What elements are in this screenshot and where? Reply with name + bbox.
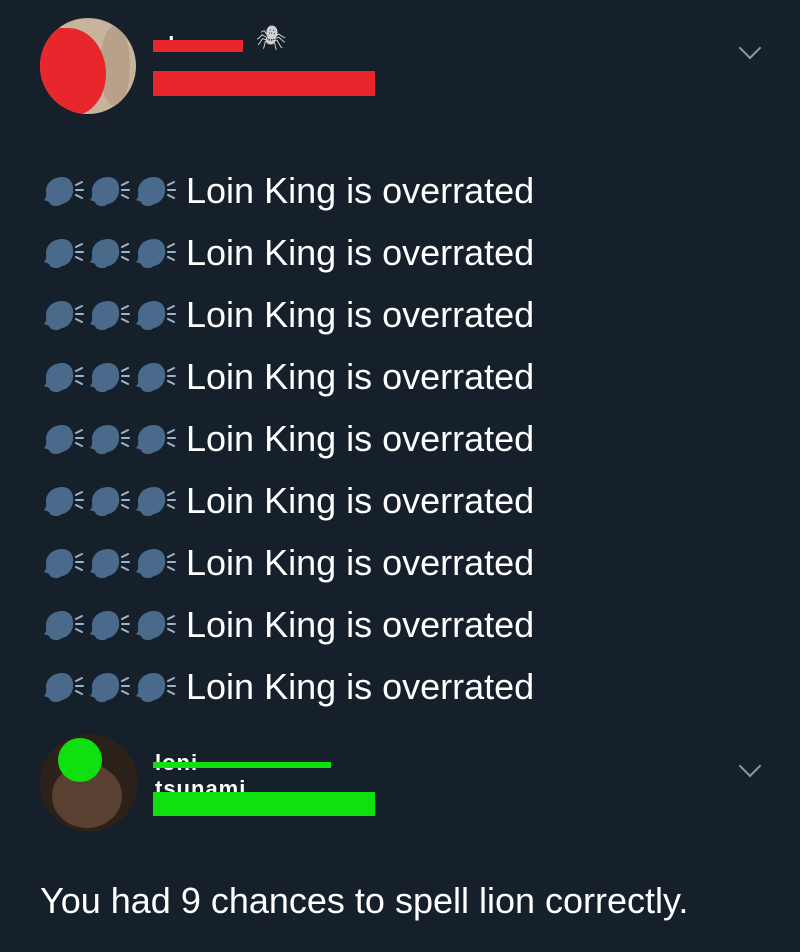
emoji-group — [40, 297, 178, 333]
speaking-head-icon — [132, 607, 178, 643]
tweet-line: Loin King is overrated — [40, 656, 534, 718]
chevron-down-icon[interactable] — [738, 754, 762, 778]
emoji-group — [40, 421, 178, 457]
redaction-mark — [58, 738, 102, 782]
tweet-line-text: Loin King is overrated — [186, 356, 535, 397]
speaking-head-icon — [86, 421, 132, 457]
tweet-line-text: Loin King is overrated — [186, 294, 535, 335]
speaking-head-icon — [86, 173, 132, 209]
speaking-head-icon — [132, 235, 178, 271]
chevron-down-icon[interactable] — [738, 36, 762, 60]
speaking-head-icon — [132, 545, 178, 581]
reply-tweet: loni tsunami You had 9 chances to spell … — [0, 720, 800, 952]
emoji-group — [40, 669, 178, 705]
speaking-head-icon — [86, 669, 132, 705]
avatar[interactable] — [40, 734, 138, 832]
tweet-body: Loin King is overrated Loin King is overr… — [40, 160, 534, 718]
speaking-head-icon — [86, 235, 132, 271]
speaking-head-icon — [86, 607, 132, 643]
speaking-head-icon — [132, 483, 178, 519]
redaction-mark — [40, 28, 106, 114]
tweet-line: Loin King is overrated — [40, 346, 534, 408]
emoji-group — [40, 173, 178, 209]
tweet-line: Loin King is overrated — [40, 594, 534, 656]
emoji-group — [40, 607, 178, 643]
tweet-line: Loin King is overrated — [40, 470, 534, 532]
tweet-line-text: Loin King is overrated — [186, 232, 535, 273]
handle-redacted[interactable] — [153, 71, 375, 96]
speaking-head-icon — [40, 669, 86, 705]
speaking-head-icon — [86, 545, 132, 581]
emoji-group — [40, 483, 178, 519]
speaking-head-icon — [132, 359, 178, 395]
redaction-mark — [153, 762, 331, 768]
tweet-line-text: Loin King is overrated — [186, 604, 535, 645]
speaking-head-icon — [132, 669, 178, 705]
tweet-line: Loin King is overrated — [40, 222, 534, 284]
handle-redacted[interactable] — [153, 792, 375, 816]
speaking-head-icon — [40, 173, 86, 209]
tweet-line-text: Loin King is overrated — [186, 418, 535, 459]
tweet-line: Loin King is overrated — [40, 160, 534, 222]
speaking-head-icon — [40, 483, 86, 519]
redaction-mark — [153, 40, 243, 52]
speaking-head-icon — [40, 297, 86, 333]
tweet-line-text: Loin King is overrated — [186, 666, 535, 707]
speaking-head-icon — [132, 421, 178, 457]
avatar[interactable] — [40, 18, 136, 114]
speaking-head-icon — [86, 359, 132, 395]
tweet-line: Loin King is overrated — [40, 532, 534, 594]
speaking-head-icon — [40, 545, 86, 581]
spider-icon: 🕷 — [256, 25, 287, 52]
tweet-line-text: Loin King is overrated — [186, 170, 535, 211]
speaking-head-icon — [86, 297, 132, 333]
speaking-head-icon — [40, 359, 86, 395]
speaking-head-icon — [40, 235, 86, 271]
emoji-group — [40, 545, 178, 581]
reply-text: You had 9 chances to spell lion correctl… — [40, 880, 689, 921]
emoji-group — [40, 359, 178, 395]
speaking-head-icon — [40, 607, 86, 643]
tweet-line-text: Loin King is overrated — [186, 480, 535, 521]
tweet-line: Loin King is overrated — [40, 408, 534, 470]
emoji-group — [40, 235, 178, 271]
tweet-line: Loin King is overrated — [40, 284, 534, 346]
tweet: chase 🕷 Loin King is overratedLoin King … — [0, 0, 800, 720]
speaking-head-icon — [132, 173, 178, 209]
speaking-head-icon — [132, 297, 178, 333]
tweet-line-text: Loin King is overrated — [186, 542, 535, 583]
speaking-head-icon — [40, 421, 86, 457]
speaking-head-icon — [86, 483, 132, 519]
